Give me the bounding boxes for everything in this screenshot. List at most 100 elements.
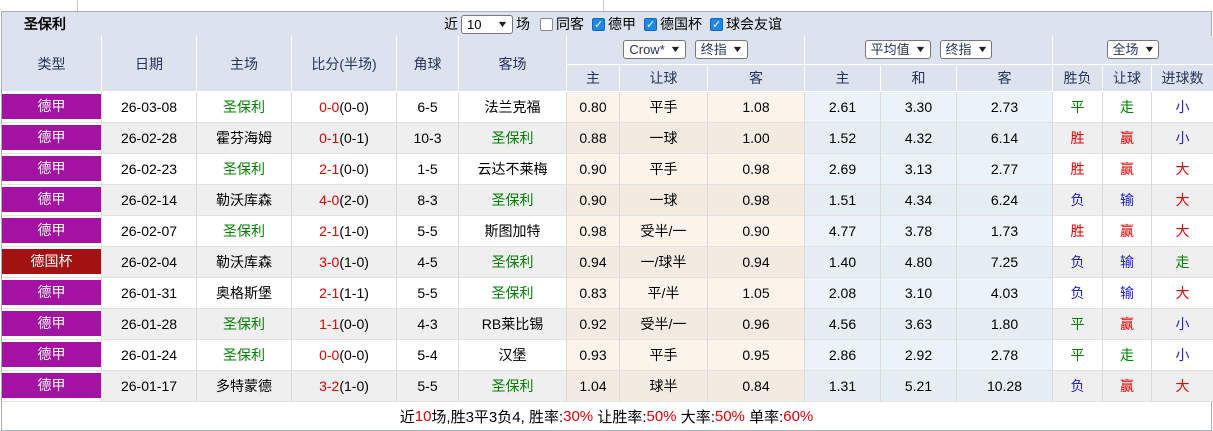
asian-home-odds: 0.93 <box>567 340 620 371</box>
filter-controls: 近 10 ▼ 场 同客 德甲 德国杯 球会友谊 <box>441 14 783 34</box>
recent-count-value: 10 <box>467 16 482 32</box>
odds-provider-select[interactable]: Crow* ▼ <box>623 40 686 60</box>
league-badge: 德甲 <box>2 371 102 402</box>
euro-odds-group-header: 平均值 ▼ 终指 ▼ <box>805 36 1053 65</box>
match-date: 26-01-17 <box>102 371 197 402</box>
euro-away-odds: 2.73 <box>957 92 1053 123</box>
asian-home-odds: 1.04 <box>567 371 620 402</box>
home-team-link[interactable]: 圣保利 <box>197 340 292 371</box>
same-venue-checkbox-label[interactable]: 同客 <box>556 16 584 32</box>
euro-final-odds-select[interactable]: 终指 ▼ <box>939 40 993 60</box>
league-checkbox-bundesliga[interactable] <box>592 18 605 31</box>
table-row: 德甲 26-01-28 圣保利 1-1(0-0) 4-3 RB莱比锡 0.92 受半/一 0.9… <box>2 309 1213 340</box>
asian-away-odds: 1.00 <box>708 123 805 154</box>
away-team-link[interactable]: 圣保利 <box>459 278 567 309</box>
euro-draw-odds: 5.21 <box>881 371 957 402</box>
corner-score: 6-5 <box>397 92 459 123</box>
league-checkbox-german-cup[interactable] <box>644 18 657 31</box>
result-handicap: 赢 <box>1103 154 1152 185</box>
chevron-down-icon: ▼ <box>1142 44 1156 55</box>
home-team-link[interactable]: 圣保利 <box>197 92 292 123</box>
euro-draw-odds: 4.80 <box>881 247 957 278</box>
fulltime-score: 3-0 <box>319 254 340 270</box>
away-team-link[interactable]: 圣保利 <box>459 185 567 216</box>
halftime-score: (0-0) <box>339 347 369 363</box>
asian-away-odds: 1.08 <box>708 92 805 123</box>
home-team-link[interactable]: 霍芬海姆 <box>197 123 292 154</box>
summary-footer: 近 10 场,胜3平3负4, 胜率: 30% 让胜率: 50% 大率: 50% 单率: 60… <box>2 402 1211 430</box>
away-team-link[interactable]: RB莱比锡 <box>459 309 567 340</box>
scope-select[interactable]: 全场 ▼ <box>1106 40 1160 60</box>
home-team-link[interactable]: 圣保利 <box>197 154 292 185</box>
league-badge: 德国杯 <box>2 247 102 278</box>
euro-draw-odds: 3.10 <box>881 278 957 309</box>
asian-away-odds: 0.90 <box>708 216 805 247</box>
away-team-link[interactable]: 圣保利 <box>459 247 567 278</box>
league-checkbox-club-friendly-label[interactable]: 球会友谊 <box>726 16 782 32</box>
score-cell: 0-0(0-0) <box>292 340 397 371</box>
away-team-link[interactable]: 云达不莱梅 <box>459 154 567 185</box>
fulltime-score: 0-1 <box>319 130 340 146</box>
asian-final-odds-select[interactable]: 终指 ▼ <box>694 40 748 60</box>
league-badge-label: 德甲 <box>2 156 101 181</box>
same-venue-checkbox[interactable] <box>540 18 553 31</box>
euro-away-odds: 1.80 <box>957 309 1053 340</box>
col-header-date: 日期 <box>102 36 197 92</box>
home-team-link[interactable]: 圣保利 <box>197 309 292 340</box>
away-team-link[interactable]: 法兰克福 <box>459 92 567 123</box>
score-cell: 3-2(1-0) <box>292 371 397 402</box>
fulltime-score: 0-0 <box>319 347 340 363</box>
grid-remnant-line <box>603 0 604 11</box>
halftime-score: (0-0) <box>339 161 369 177</box>
result-group-header: 全场 ▼ <box>1053 36 1213 65</box>
asian-away-odds: 0.84 <box>708 371 805 402</box>
col-header-result-handicap: 让球 <box>1103 64 1152 92</box>
league-badge: 德甲 <box>2 154 102 185</box>
euro-draw-odds: 4.32 <box>881 123 957 154</box>
header-group-row: 类型 日期 主场 比分(半场) 角球 客场 Crow* ▼ 终指 ▼ 平均值 ▼… <box>2 36 1213 92</box>
asian-handicap: 平手 <box>620 154 708 185</box>
asian-handicap: 平手 <box>620 340 708 371</box>
away-team-link[interactable]: 斯图加特 <box>459 216 567 247</box>
result-outcome: 平 <box>1053 340 1103 371</box>
corner-score: 1-5 <box>397 154 459 185</box>
asian-handicap: 球半 <box>620 371 708 402</box>
recent-prefix-label: 近 <box>444 16 458 32</box>
col-header-euro-away: 客 <box>957 64 1053 92</box>
league-badge: 德甲 <box>2 92 102 123</box>
chevron-down-icon: ▼ <box>975 44 989 55</box>
home-team-link[interactable]: 勒沃库森 <box>197 185 292 216</box>
fulltime-score: 3-2 <box>319 378 340 394</box>
table-row: 德甲 26-01-31 奥格斯堡 2-1(1-1) 5-5 圣保利 0.83 平/半 1.05 2… <box>2 278 1213 309</box>
fulltime-score: 4-0 <box>319 192 340 208</box>
score-cell: 4-0(2-0) <box>292 185 397 216</box>
league-badge-label: 德甲 <box>2 94 101 119</box>
euro-draw-odds: 3.63 <box>881 309 957 340</box>
euro-away-odds: 10.28 <box>957 371 1053 402</box>
league-badge-label: 德甲 <box>2 311 101 336</box>
away-team-link[interactable]: 汉堡 <box>459 340 567 371</box>
asian-home-odds: 0.92 <box>567 309 620 340</box>
league-checkbox-bundesliga-label[interactable]: 德甲 <box>608 16 636 32</box>
col-header-type: 类型 <box>2 36 102 92</box>
asian-odds-group-header: Crow* ▼ 终指 ▼ <box>567 36 805 65</box>
home-team-link[interactable]: 勒沃库森 <box>197 247 292 278</box>
home-team-link[interactable]: 奥格斯堡 <box>197 278 292 309</box>
away-team-link[interactable]: 圣保利 <box>459 371 567 402</box>
recent-count-select[interactable]: 10 ▼ <box>461 14 513 34</box>
result-goals: 走 <box>1152 247 1213 278</box>
home-team-link[interactable]: 多特蒙德 <box>197 371 292 402</box>
result-handicap: 赢 <box>1103 123 1152 154</box>
result-goals: 小 <box>1152 309 1213 340</box>
euro-away-odds: 1.73 <box>957 216 1053 247</box>
euro-average-select[interactable]: 平均值 ▼ <box>864 40 931 60</box>
away-team-link[interactable]: 圣保利 <box>459 123 567 154</box>
league-badge-label: 德甲 <box>2 187 101 212</box>
filter-checkboxes: 同客 德甲 德国杯 球会友谊 <box>533 14 783 34</box>
result-goals: 大 <box>1152 185 1213 216</box>
asian-home-odds: 0.80 <box>567 92 620 123</box>
league-checkbox-german-cup-label[interactable]: 德国杯 <box>660 16 702 32</box>
league-checkbox-club-friendly[interactable] <box>710 18 723 31</box>
home-team-link[interactable]: 圣保利 <box>197 216 292 247</box>
summary-text: 单率: <box>744 408 784 426</box>
